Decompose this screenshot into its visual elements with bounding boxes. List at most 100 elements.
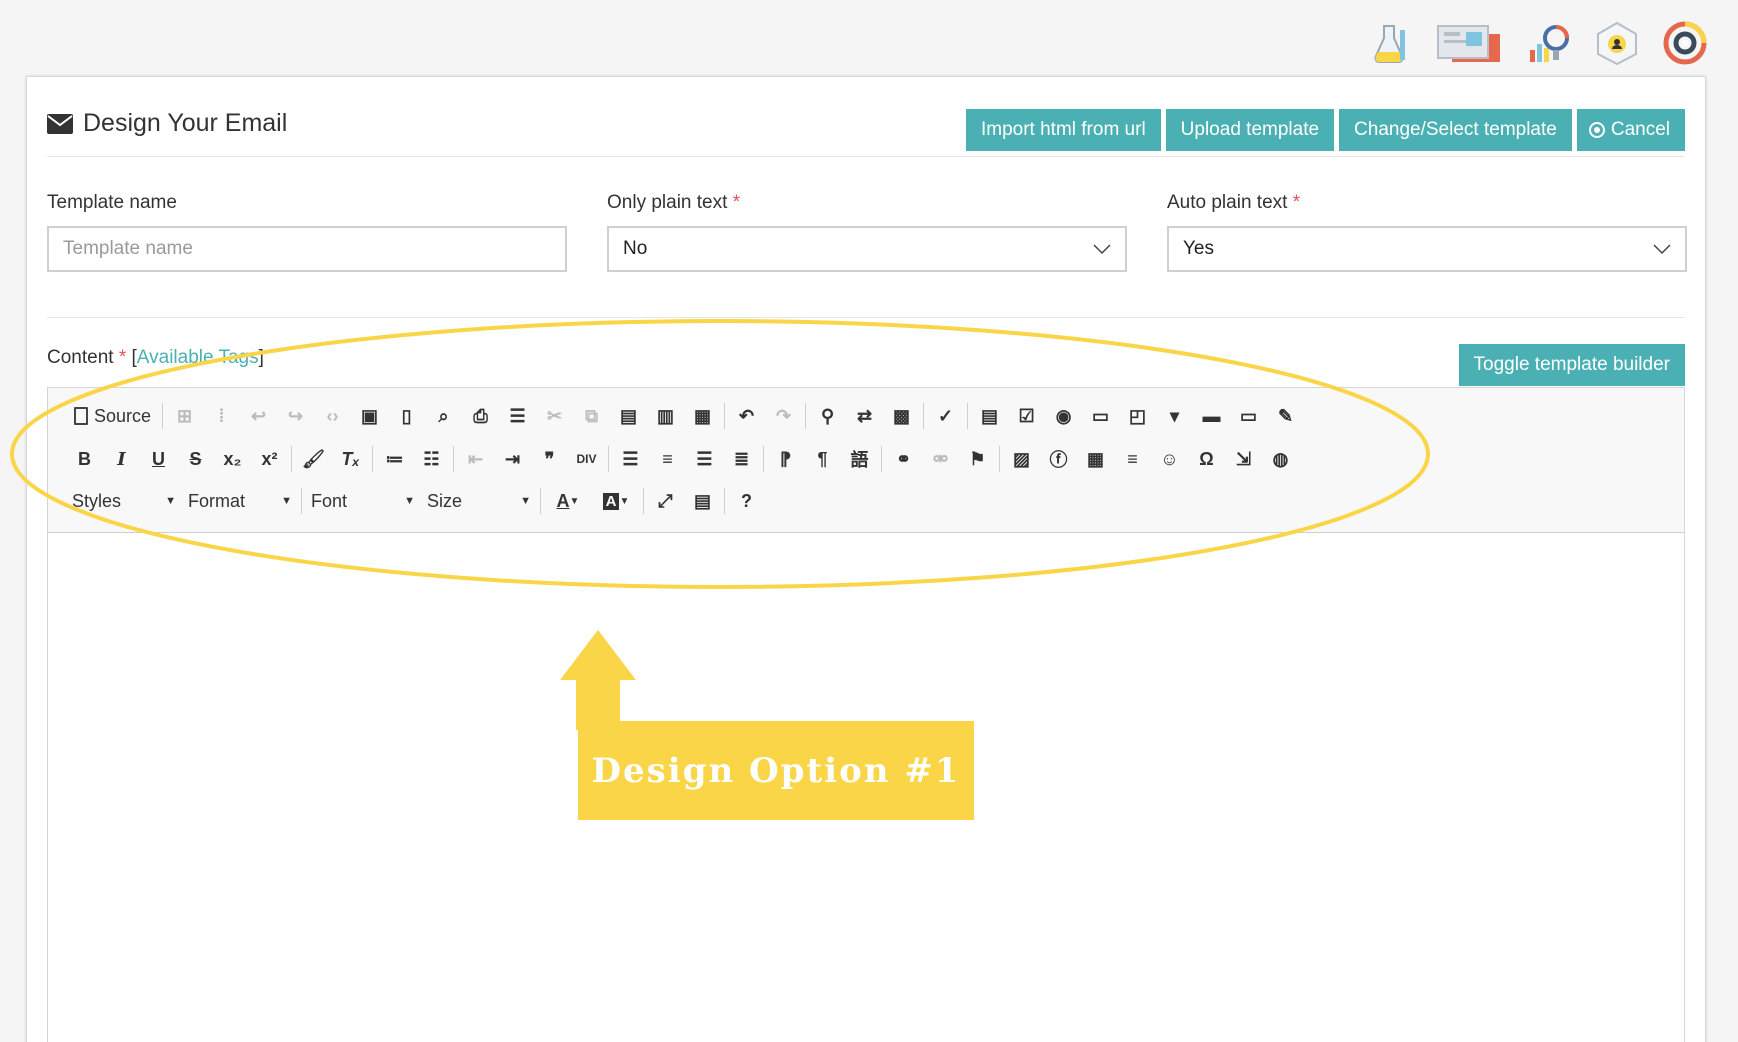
code-icon[interactable]: ‹› xyxy=(314,400,351,432)
font-dropdown[interactable]: Font ▼ xyxy=(305,485,421,517)
import-html-button[interactable]: Import html from url xyxy=(965,109,1161,151)
dropdown-arrow-icon: ▼ xyxy=(281,495,292,507)
iframe-globe-icon[interactable]: ◍ xyxy=(1262,443,1299,475)
checkbox-icon[interactable]: ☑ xyxy=(1008,400,1045,432)
page-title: Design Your Email xyxy=(47,109,287,138)
app-icons-bar xyxy=(1366,20,1708,66)
available-tags-link[interactable]: Available Tags xyxy=(137,347,259,368)
superscript-icon[interactable]: x² xyxy=(251,443,288,475)
flask-icon[interactable] xyxy=(1366,20,1412,66)
indent-icon[interactable]: ⇥ xyxy=(494,443,531,475)
toolbar-separator xyxy=(763,446,764,472)
chart-lightbulb-icon[interactable] xyxy=(1526,20,1572,66)
page-break-icon[interactable]: ⇲ xyxy=(1225,443,1262,475)
newspaper-icon[interactable] xyxy=(1434,20,1504,66)
template-name-input[interactable]: Template name xyxy=(47,226,567,272)
special-char-icon[interactable]: Ω xyxy=(1188,443,1225,475)
source-label: Source xyxy=(94,405,152,426)
upload-template-button[interactable]: Upload template xyxy=(1165,109,1335,151)
styles-dropdown[interactable]: Styles ▼ xyxy=(66,485,182,517)
paste-word-icon[interactable]: ▦ xyxy=(684,400,721,432)
new-page-icon[interactable]: ▯ xyxy=(388,400,425,432)
bullet-list-icon[interactable]: ☷ xyxy=(413,443,450,475)
rtl-icon[interactable]: ¶ xyxy=(804,443,841,475)
image-icon[interactable]: ▨ xyxy=(1003,443,1040,475)
replace-icon[interactable]: ⇄ xyxy=(846,400,883,432)
redo-icon[interactable]: ↷ xyxy=(765,400,802,432)
flash-icon[interactable]: ⓕ xyxy=(1040,443,1077,475)
div-icon[interactable]: DIV xyxy=(568,443,605,475)
table-icon[interactable]: ▦ xyxy=(1077,443,1114,475)
source-button[interactable]: Source xyxy=(66,400,159,432)
ltr-icon[interactable]: ⁋ xyxy=(767,443,804,475)
radio-icon[interactable]: ◉ xyxy=(1045,400,1082,432)
cancel-button[interactable]: Cancel xyxy=(1576,109,1685,151)
form-icon[interactable]: ▤ xyxy=(971,400,1008,432)
subscript-icon[interactable]: x₂ xyxy=(214,443,251,475)
unlink-icon[interactable]: ⚮ xyxy=(922,443,959,475)
paste-text-icon[interactable]: ▥ xyxy=(647,400,684,432)
toolbar-separator xyxy=(724,488,725,514)
align-center-icon[interactable]: ≡ xyxy=(649,443,686,475)
find-blocks-icon[interactable]: ⊞ xyxy=(166,400,203,432)
toolbar-separator xyxy=(805,403,807,429)
align-left-icon[interactable]: ☰ xyxy=(612,443,649,475)
undo-icon[interactable]: ↶ xyxy=(728,400,765,432)
help-icon[interactable]: ? xyxy=(728,485,765,517)
size-dropdown[interactable]: Size ▼ xyxy=(421,485,537,517)
preview-icon[interactable]: ⌕ xyxy=(425,400,462,432)
copy-icon[interactable]: ⧉ xyxy=(573,400,610,432)
redo-template-icon[interactable]: ↪ xyxy=(277,400,314,432)
smiley-icon[interactable]: ☺ xyxy=(1151,443,1188,475)
change-template-button[interactable]: Change/Select template xyxy=(1339,109,1572,151)
language-icon[interactable]: 語 xyxy=(841,443,878,475)
template-name-label: Template name xyxy=(47,192,177,213)
textarea-icon[interactable]: ◰ xyxy=(1119,400,1156,432)
network-user-icon[interactable] xyxy=(1594,20,1640,66)
italic-icon[interactable]: I xyxy=(103,443,140,475)
cut-icon[interactable]: ✂ xyxy=(536,400,573,432)
bold-icon[interactable]: B xyxy=(66,443,103,475)
select-all-icon[interactable]: ⁞ xyxy=(203,400,240,432)
underline-icon[interactable]: U xyxy=(140,443,177,475)
print-icon[interactable]: ⎙ xyxy=(462,400,499,432)
align-justify-icon[interactable]: ≣ xyxy=(723,443,760,475)
panel-header: Design Your Email Import html from url U… xyxy=(47,109,1685,157)
header-buttons: Import html from url Upload template Cha… xyxy=(965,109,1685,151)
only-plain-text-select[interactable]: No xyxy=(607,226,1127,272)
outdent-icon[interactable]: ⇤ xyxy=(457,443,494,475)
image-button-icon[interactable]: ▭ xyxy=(1230,400,1267,432)
toolbar-separator xyxy=(643,488,644,514)
button-field-icon[interactable]: ▬ xyxy=(1193,400,1230,432)
blockquote-icon[interactable]: ❞ xyxy=(531,443,568,475)
horizontal-rule-icon[interactable]: ≡ xyxy=(1114,443,1151,475)
toolbar-separator xyxy=(301,488,302,514)
maximize-icon[interactable]: ⤢ xyxy=(647,485,684,517)
select-block-icon[interactable]: ▩ xyxy=(883,400,920,432)
text-color-icon[interactable]: A ▼ xyxy=(544,485,592,517)
size-label: Size xyxy=(427,490,463,511)
save-icon[interactable]: ▣ xyxy=(351,400,388,432)
anchor-flag-icon[interactable]: ⚑ xyxy=(959,443,996,475)
only-plain-text-label-text: Only plain text xyxy=(607,192,728,213)
undo-template-icon[interactable]: ↩ xyxy=(240,400,277,432)
bg-color-icon[interactable]: A ▼ xyxy=(592,485,640,517)
select-field-icon[interactable]: ▾ xyxy=(1156,400,1193,432)
textfield-icon[interactable]: ▭ xyxy=(1082,400,1119,432)
hidden-field-icon[interactable]: ✎ xyxy=(1267,400,1304,432)
toggle-template-builder-button[interactable]: Toggle template builder xyxy=(1458,344,1685,386)
format-dropdown[interactable]: Format ▼ xyxy=(182,485,298,517)
target-gear-icon[interactable] xyxy=(1662,20,1708,66)
link-icon[interactable]: ⚭ xyxy=(885,443,922,475)
copy-format-icon[interactable]: 🖌 xyxy=(295,443,332,475)
numbered-list-icon[interactable]: ≔ xyxy=(376,443,413,475)
search-icon[interactable]: ⚲ xyxy=(809,400,846,432)
templates-icon[interactable]: ☰ xyxy=(499,400,536,432)
paste-icon[interactable]: ▤ xyxy=(610,400,647,432)
strikethrough-icon[interactable]: S xyxy=(177,443,214,475)
spellcheck-icon[interactable]: ✓ xyxy=(927,400,964,432)
show-blocks-icon[interactable]: ▤ xyxy=(684,485,721,517)
auto-plain-text-select[interactable]: Yes xyxy=(1167,226,1687,272)
align-right-icon[interactable]: ☰ xyxy=(686,443,723,475)
remove-format-icon[interactable]: Tₓ xyxy=(332,443,369,475)
